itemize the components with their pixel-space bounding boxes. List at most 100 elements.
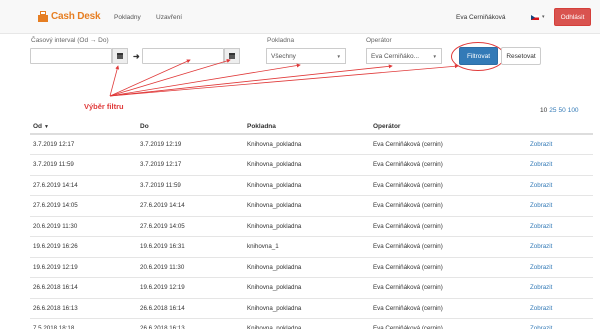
brand[interactable]: Cash Desk: [38, 11, 101, 22]
view-link[interactable]: Zobrazit: [527, 236, 593, 258]
top-navbar: Cash Desk Pokladny Uzavření Eva Cerniňák…: [0, 0, 600, 34]
view-link[interactable]: Zobrazit: [527, 318, 593, 329]
column-header-od[interactable]: Od ▼: [30, 119, 137, 135]
cell-pokladna: Knihovna_pokladna: [244, 318, 370, 329]
page-size-selector: 10 25 50 100: [540, 107, 579, 114]
cell-od: 19.6.2019 12:19: [30, 257, 137, 278]
cell-od: 20.6.2019 11:30: [30, 216, 137, 237]
cell-do: 27.6.2019 14:14: [137, 195, 244, 217]
cell-pokladna: Knihovna_pokladna: [244, 195, 370, 217]
column-header-pokladna[interactable]: Pokladna: [244, 119, 370, 135]
sort-down-icon: ▼: [44, 123, 49, 130]
cell-pokladna: Knihovna_pokladna: [244, 277, 370, 299]
brand-name: Cash Desk: [51, 11, 101, 22]
calendar-icon: [229, 53, 235, 59]
cell-pokladna: Knihovna_pokladna: [244, 216, 370, 237]
cell-operator: Eva Cerniňáková (cernin): [370, 175, 527, 196]
cell-operator: Eva Cerniňáková (cernin): [370, 318, 527, 329]
date-from-calendar-button[interactable]: [112, 48, 128, 64]
cell-do: 27.6.2019 14:05: [137, 216, 244, 237]
page-size-25[interactable]: 25: [549, 107, 556, 114]
date-to-calendar-button[interactable]: [224, 48, 240, 64]
cell-operator: Eva Cerniňáková (cernin): [370, 257, 527, 278]
cell-operator: Eva Cerniňáková (cernin): [370, 134, 527, 155]
nav-link-pokladny[interactable]: Pokladny: [114, 14, 141, 21]
view-link[interactable]: Zobrazit: [527, 175, 593, 196]
cell-od: 26.6.2018 16:13: [30, 298, 137, 319]
caret-down-icon: ▼: [432, 53, 437, 59]
view-link[interactable]: Zobrazit: [527, 298, 593, 319]
cell-do: 3.7.2019 12:17: [137, 154, 244, 176]
cell-od: 3.7.2019 12:17: [30, 134, 137, 155]
cell-pokladna: Knihovna_pokladna: [244, 298, 370, 319]
column-header-actions: [527, 119, 593, 135]
operator-select[interactable]: Eva Cerniňáko... ▼: [366, 48, 442, 64]
cell-operator: Eva Cerniňáková (cernin): [370, 195, 527, 217]
cell-od: 27.6.2019 14:14: [30, 175, 137, 196]
logout-button[interactable]: Odhlásit: [554, 8, 591, 26]
view-link[interactable]: Zobrazit: [527, 195, 593, 217]
table-row: 3.7.2019 12:17 3.7.2019 12:19 Knihovna_pok…: [30, 134, 593, 155]
cell-od: 27.6.2019 14:05: [30, 195, 137, 217]
date-to-input[interactable]: [142, 48, 224, 64]
cash-register-icon: [38, 11, 48, 22]
page-size-10[interactable]: 10: [540, 107, 547, 114]
table-row: 27.6.2019 14:14 3.7.2019 11:59 Knihovna_po…: [30, 175, 593, 196]
cell-pokladna: Knihovna_pokladna: [244, 134, 370, 155]
cell-operator: Eva Cerniňáková (cernin): [370, 154, 527, 176]
closures-table: Od ▼ Do Pokladna Operátor 3.7.2019 12:17 3…: [30, 119, 593, 329]
cell-do: 20.6.2019 11:30: [137, 257, 244, 278]
annotation-label: Výběr filtru: [84, 102, 124, 111]
table-row: 26.6.2018 16:14 19.6.2019 12:19 Knihovna_p…: [30, 277, 593, 299]
cell-pokladna: knihovna_1: [244, 236, 370, 258]
cell-do: 19.6.2019 16:31: [137, 236, 244, 258]
reset-button[interactable]: Resetovat: [501, 47, 541, 65]
view-link[interactable]: Zobrazit: [527, 154, 593, 176]
page-size-100[interactable]: 100: [568, 107, 579, 114]
column-header-do[interactable]: Do: [137, 119, 244, 135]
pokladna-select[interactable]: Všechny ▼: [266, 48, 346, 64]
table-row: 7.5.2018 18:18 26.6.2018 16:13 Knihovna_po…: [30, 318, 593, 329]
current-user[interactable]: Eva Cerniňáková: [456, 14, 506, 21]
cell-operator: Eva Cerniňáková (cernin): [370, 236, 527, 258]
pokladna-label: Pokladna: [267, 37, 295, 44]
view-link[interactable]: Zobrazit: [527, 257, 593, 278]
cell-operator: Eva Cerniňáková (cernin): [370, 277, 527, 299]
cell-operator: Eva Cerniňáková (cernin): [370, 216, 527, 237]
cell-do: 26.6.2018 16:13: [137, 318, 244, 329]
language-caret-icon[interactable]: ▾: [542, 14, 545, 20]
view-link[interactable]: Zobrazit: [527, 277, 593, 299]
date-from-input[interactable]: [30, 48, 112, 64]
czech-flag-icon[interactable]: [531, 15, 539, 20]
nav-link-uzavreni[interactable]: Uzavření: [156, 14, 182, 21]
view-link[interactable]: Zobrazit: [527, 216, 593, 237]
cell-pokladna: Knihovna_pokladna: [244, 154, 370, 176]
column-header-operator[interactable]: Operátor: [370, 119, 527, 135]
pokladna-select-value: Všechny: [271, 52, 296, 60]
cell-do: 3.7.2019 11:59: [137, 175, 244, 196]
table-row: 3.7.2019 11:59 3.7.2019 12:17 Knihovna_pok…: [30, 154, 593, 176]
annotation-circle: [451, 42, 505, 71]
cell-pokladna: Knihovna_pokladna: [244, 257, 370, 278]
table-header-row: Od ▼ Do Pokladna Operátor: [30, 119, 593, 135]
table-row: 27.6.2019 14:05 27.6.2019 14:14 Knihovna_p…: [30, 195, 593, 217]
operator-label: Operátor: [366, 37, 392, 44]
page-size-50[interactable]: 50: [558, 107, 565, 114]
table-row: 20.6.2019 11:30 27.6.2019 14:05 Knihovna_p…: [30, 216, 593, 237]
cell-do: 26.6.2018 16:14: [137, 298, 244, 319]
cell-operator: Eva Cerniňáková (cernin): [370, 298, 527, 319]
cell-do: 3.7.2019 12:19: [137, 134, 244, 155]
table-row: 19.6.2019 12:19 20.6.2019 11:30 Knihovna_p…: [30, 257, 593, 278]
calendar-icon: [117, 53, 123, 59]
cell-do: 19.6.2019 12:19: [137, 277, 244, 299]
arrow-right-icon: ➜: [133, 52, 140, 61]
table-row: 26.6.2018 16:13 26.6.2018 16:14 Knihovna_p…: [30, 298, 593, 319]
cell-od: 26.6.2018 16:14: [30, 277, 137, 299]
caret-down-icon: ▼: [336, 53, 341, 59]
table-row: 19.6.2019 16:26 19.6.2019 16:31 knihovna_1…: [30, 236, 593, 258]
date-interval-label: Časový interval (Od → Do): [31, 37, 109, 44]
cell-od: 7.5.2018 18:18: [30, 318, 137, 329]
view-link[interactable]: Zobrazit: [527, 134, 593, 155]
operator-select-value: Eva Cerniňáko...: [371, 52, 420, 60]
cell-pokladna: Knihovna_pokladna: [244, 175, 370, 196]
